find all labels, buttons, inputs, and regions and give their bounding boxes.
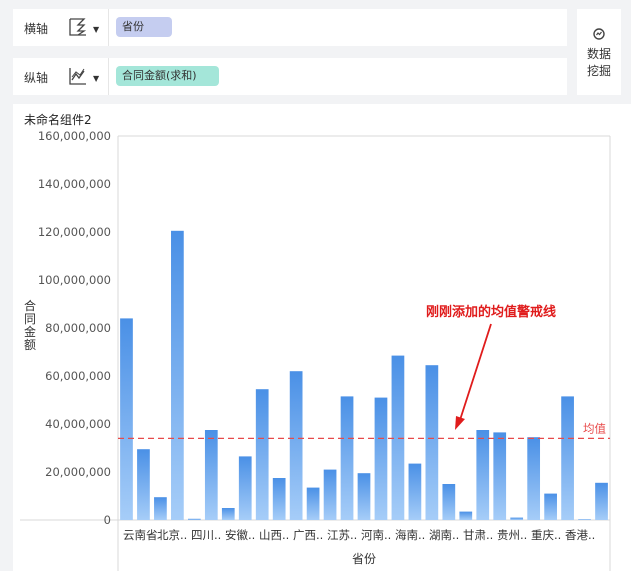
y-axis-title: 合 xyxy=(24,298,36,313)
annotation-arrow-head xyxy=(455,416,465,430)
x-axis-title: 省份 xyxy=(352,552,376,566)
bar xyxy=(272,478,286,520)
bar xyxy=(154,497,167,520)
line-chart-icon[interactable] xyxy=(67,65,89,87)
annotation-arrow-line xyxy=(459,323,492,421)
x-tick-label: 贵州.. xyxy=(497,528,527,542)
bar xyxy=(408,463,422,520)
bar xyxy=(306,487,320,520)
y-tick-label: 60,000,000 xyxy=(45,369,111,383)
x-axis-label: 横轴 xyxy=(24,22,49,36)
x-tick-label: 安徽.. xyxy=(225,528,255,542)
bar xyxy=(204,430,218,520)
y-tick-label: 80,000,000 xyxy=(45,321,111,335)
chevron-down-icon[interactable]: ▼ xyxy=(93,74,99,83)
bar xyxy=(595,482,608,520)
data-mining-label-2: 挖掘 xyxy=(586,64,611,78)
bar xyxy=(561,396,574,520)
y-axis-label: 纵轴 xyxy=(24,71,49,85)
bar xyxy=(493,432,507,520)
y-axis-row: 纵轴 ▼ 合同金额(求和) xyxy=(13,58,567,95)
y-tick-label: 0 xyxy=(104,513,111,527)
y-axis-title: 额 xyxy=(24,338,36,352)
x-tick-label: 江苏.. xyxy=(327,528,357,542)
bar xyxy=(442,484,456,520)
data-mining-icon xyxy=(593,28,605,40)
x-tick-label: 河南.. xyxy=(361,528,391,542)
bar-chart: 0 20,000,000 40,000,000 60,000,000 80,000,00… xyxy=(20,129,611,571)
chart-panel: 未命名组件2 0 20,000,000 40,000,000 60,000,000 80… xyxy=(13,104,631,571)
divider xyxy=(108,9,109,46)
bar xyxy=(459,511,473,520)
chevron-down-icon[interactable]: ▼ xyxy=(93,25,99,34)
bar xyxy=(578,519,591,520)
bar xyxy=(238,456,252,520)
reference-line-label: 均值 xyxy=(583,421,606,435)
bar xyxy=(527,437,541,520)
bar xyxy=(171,230,184,521)
divider xyxy=(108,58,109,95)
bar xyxy=(510,517,524,520)
bar xyxy=(340,396,354,520)
y-tick-label: 100,000,000 xyxy=(38,273,111,287)
x-tick-label: 北京.. xyxy=(157,528,187,542)
y-axis-title: 同 xyxy=(24,312,36,326)
y-tick-label: 20,000,000 xyxy=(45,465,111,479)
y-axis-title: 金 xyxy=(24,324,36,339)
x-tick-label: 重庆.. xyxy=(531,528,561,542)
y-tick-label: 140,000,000 xyxy=(38,177,111,191)
step-chart-icon[interactable] xyxy=(67,16,89,38)
x-tick-label: 山西.. xyxy=(259,528,289,542)
x-tick-label: 香港.. xyxy=(565,528,595,542)
x-tick-label: 甘肃.. xyxy=(463,528,493,542)
bar xyxy=(255,389,269,520)
x-axis-row: 横轴 ▼ 省份 xyxy=(13,9,567,46)
bar xyxy=(323,469,337,520)
x-field-pill[interactable]: 省份 xyxy=(116,17,172,37)
bar xyxy=(357,473,371,520)
bar xyxy=(544,493,557,520)
y-tick-label: 40,000,000 xyxy=(45,417,111,431)
bar xyxy=(221,508,235,520)
x-tick-label: 四川.. xyxy=(191,528,221,542)
data-mining-label-1: 数据 xyxy=(586,47,611,61)
bar xyxy=(476,430,490,520)
y-tick-label: 160,000,000 xyxy=(38,129,111,143)
x-tick-label: 广西.. xyxy=(293,528,323,542)
annotation-text: 刚刚添加的均值警戒线 xyxy=(426,304,556,320)
y-field-pill[interactable]: 合同金额(求和) xyxy=(116,66,219,86)
bar xyxy=(120,318,133,520)
x-tick-label: 湖南.. xyxy=(429,528,459,542)
bar xyxy=(374,397,388,520)
bar xyxy=(137,449,150,520)
x-tick-label: 云南省 xyxy=(123,528,158,542)
bar xyxy=(425,365,439,520)
bar xyxy=(289,371,303,520)
y-tick-label: 120,000,000 xyxy=(38,225,111,239)
x-tick-label: 海南.. xyxy=(395,528,425,542)
data-mining-button[interactable]: 数据 挖掘 xyxy=(577,9,621,95)
bar xyxy=(187,518,201,520)
